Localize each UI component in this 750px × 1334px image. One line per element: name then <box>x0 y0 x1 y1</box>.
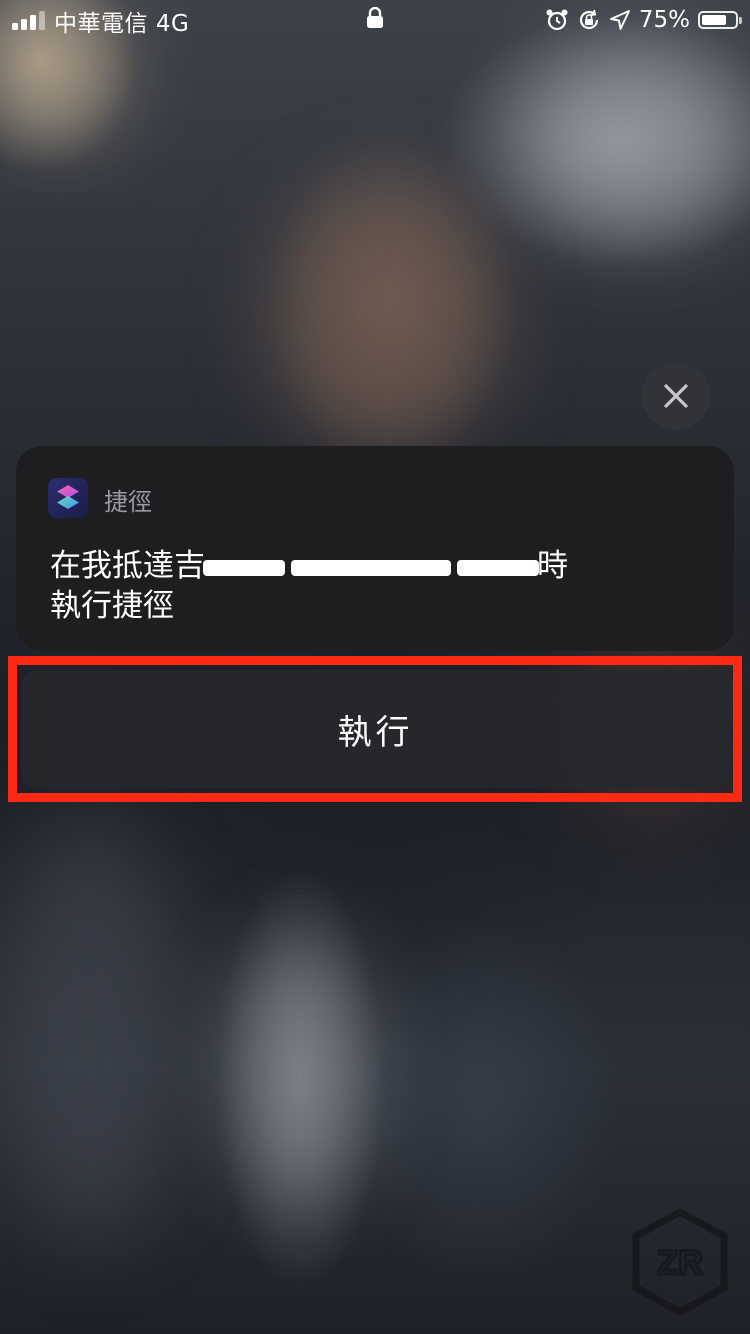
notification-app-name: 捷徑 <box>104 488 152 516</box>
alarm-icon <box>546 9 568 31</box>
zr-watermark-logo: ZR <box>632 1208 728 1316</box>
notification-message: 在我抵達吉 時 執行捷徑 <box>50 546 568 626</box>
location-arrow-icon <box>609 10 630 30</box>
message-partial-char: 吉 <box>174 548 205 584</box>
network-type: 4G <box>155 11 190 37</box>
lock-icon <box>367 7 383 28</box>
signal-bars-icon <box>12 10 48 30</box>
status-bar: 中華電信 4G 75% <box>0 0 750 40</box>
redaction-bar <box>457 559 539 576</box>
svg-text:ZR: ZR <box>657 1244 702 1282</box>
redaction-bar <box>291 559 451 576</box>
close-button[interactable] <box>642 362 710 430</box>
notification-line-2: 執行捷徑 <box>50 588 174 624</box>
message-suffix: 時 <box>537 548 568 584</box>
message-prefix: 在我抵達 <box>50 548 174 584</box>
shortcut-notification[interactable]: 捷徑 在我抵達吉 時 執行捷徑 <box>16 446 734 651</box>
status-right-group: 75% <box>545 4 742 36</box>
carrier-name: 中華電信 <box>54 11 148 37</box>
rotation-lock-icon <box>579 9 598 30</box>
notification-line-1: 在我抵達吉 時 <box>50 546 568 586</box>
battery-percent: 75% <box>638 7 690 33</box>
redaction-bar <box>203 559 285 576</box>
battery-icon <box>698 11 742 29</box>
highlight-annotation-box <box>8 656 742 802</box>
carrier-label: 中華電信 4G <box>54 4 189 38</box>
close-icon <box>664 384 688 408</box>
battery-fill <box>702 15 726 25</box>
shortcuts-app-icon <box>48 478 88 518</box>
